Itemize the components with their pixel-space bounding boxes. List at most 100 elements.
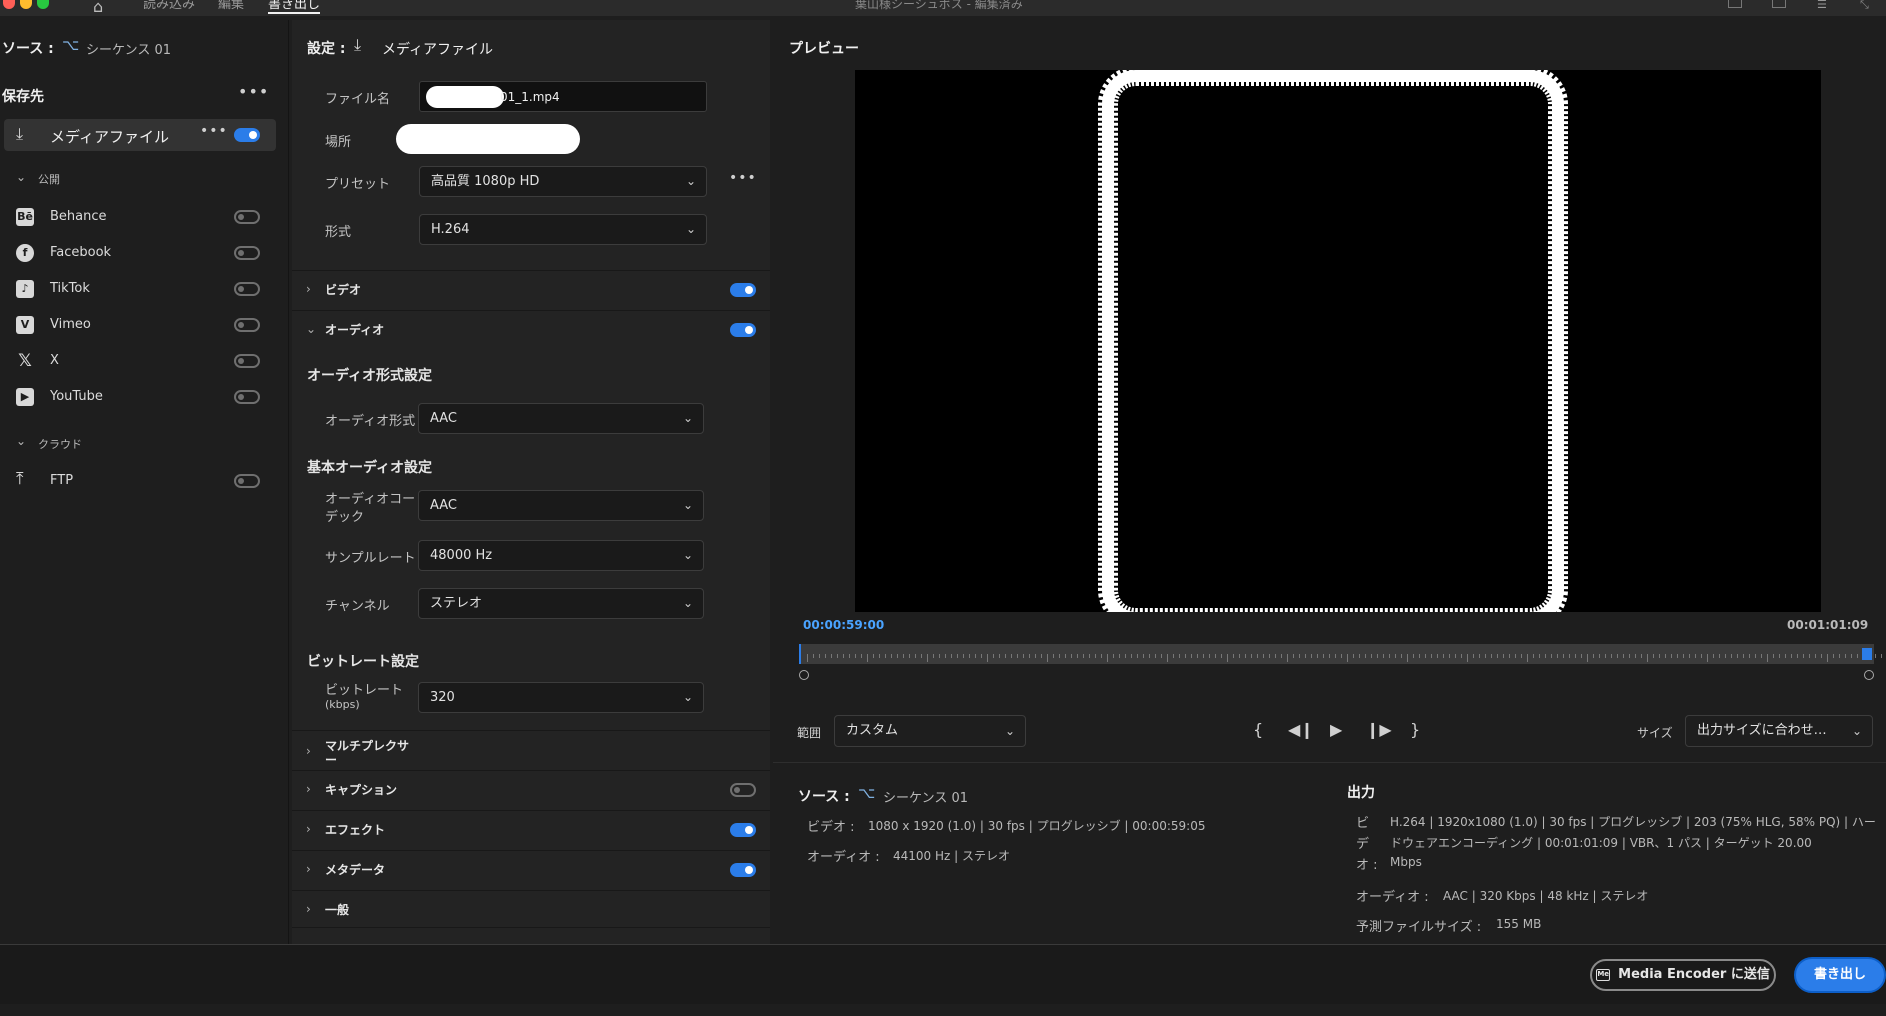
video-info-label: ビデオ : — [807, 820, 855, 835]
export-button[interactable]: 書き出し — [1794, 957, 1886, 993]
home-icon[interactable]: ⌂ — [93, 0, 103, 16]
expand-icon[interactable]: ⤡ — [1860, 0, 1869, 10]
layout-icon[interactable] — [1728, 0, 1742, 8]
format-dropdown[interactable]: H.264 ⌄ — [419, 214, 707, 245]
chevron-right-icon: › — [306, 862, 311, 876]
chevron-down-icon[interactable]: ⌄ — [16, 434, 26, 448]
destination-panel: ソース : ⌥ シーケンス 01 保存先 ••• ⤓ メディアファイル ••• … — [0, 20, 289, 944]
section-caption[interactable]: › キャプション — [292, 770, 770, 808]
platform-row-vimeo[interactable]: V Vimeo — [0, 310, 289, 340]
timeline-tick — [1857, 654, 1858, 658]
source-sequence: シーケンス 01 — [86, 43, 172, 58]
minimize-window-button[interactable] — [20, 0, 32, 9]
sample-rate-dropdown[interactable]: 48000 Hz ⌄ — [418, 540, 704, 571]
more-icon[interactable]: ••• — [729, 170, 757, 186]
behance-toggle[interactable] — [234, 210, 260, 224]
current-timecode[interactable]: 00:00:59:00 — [803, 618, 884, 632]
platform-row-tiktok[interactable]: ♪ TikTok — [0, 274, 289, 304]
platform-row-facebook[interactable]: f Facebook — [0, 238, 289, 268]
preset-dropdown[interactable]: 高品質 1080p HD ⌄ — [419, 166, 707, 197]
close-window-button[interactable] — [3, 0, 15, 9]
zoom-window-button[interactable] — [37, 0, 49, 9]
timeline-tick — [1575, 654, 1576, 658]
preset-label: プリセット — [325, 177, 391, 192]
section-video[interactable]: › ビデオ — [292, 270, 770, 308]
audio-format-dropdown[interactable]: AAC ⌄ — [418, 403, 704, 434]
tab-edit[interactable]: 編集 — [218, 0, 244, 11]
in-point-marker[interactable] — [799, 644, 801, 664]
more-icon[interactable]: ••• — [238, 82, 269, 101]
timeline-tick — [1161, 654, 1162, 658]
timeline-tick — [1413, 654, 1414, 658]
platform-row-behance[interactable]: Bē Behance — [0, 202, 289, 232]
out-point-knob[interactable] — [1864, 670, 1874, 680]
section-metadata[interactable]: › メタデータ — [292, 850, 770, 888]
output-video-label-cont: オ : — [1356, 858, 1378, 873]
timeline-tick — [1143, 654, 1144, 658]
facebook-toggle[interactable] — [234, 246, 260, 260]
audio-info-label: オーディオ : — [807, 850, 880, 865]
timeline-tick — [855, 654, 856, 658]
chevron-down-icon[interactable]: ⌄ — [16, 170, 26, 184]
timeline-tick — [1737, 654, 1738, 658]
x-toggle[interactable] — [234, 354, 260, 368]
section-multiplexer[interactable]: › マルチプレクサ ー — [292, 730, 770, 770]
timeline-tick — [1155, 654, 1156, 658]
range-dropdown[interactable]: カスタム ⌄ — [834, 715, 1026, 747]
filename-value: 01_1.mp4 — [500, 90, 560, 104]
vimeo-toggle[interactable] — [234, 318, 260, 332]
metadata-toggle[interactable] — [730, 863, 756, 877]
platform-row-youtube[interactable]: ▶ YouTube — [0, 382, 289, 412]
tab-import[interactable]: 読み込み — [143, 0, 195, 11]
tab-export[interactable]: 書き出し — [268, 0, 321, 14]
media-file-row[interactable]: ⤓ メディアファイル ••• — [4, 119, 276, 151]
bitrate-dropdown[interactable]: 320 ⌄ — [418, 682, 704, 713]
step-back-icon[interactable]: ◀❙ — [1288, 720, 1314, 739]
mark-in-icon[interactable]: { — [1253, 720, 1263, 739]
timeline-ruler[interactable] — [799, 644, 1882, 664]
out-point-handle[interactable] — [1862, 648, 1872, 660]
timeline-tick — [1683, 654, 1684, 658]
menu-icon[interactable]: ☰ — [1817, 0, 1827, 10]
size-dropdown[interactable]: 出力サイズに合わせ… ⌄ — [1685, 715, 1873, 747]
filename-input[interactable]: 01_1.mp4 — [419, 81, 707, 112]
timeline-tick — [861, 654, 862, 658]
effects-toggle[interactable] — [730, 823, 756, 837]
more-icon[interactable]: ••• — [200, 123, 228, 139]
audio-codec-dropdown[interactable]: AAC ⌄ — [418, 490, 704, 521]
section-effects[interactable]: › エフェクト — [292, 810, 770, 848]
timeline-tick — [1035, 654, 1036, 658]
video-toggle[interactable] — [730, 283, 756, 297]
timeline-tick — [1353, 654, 1354, 658]
caption-toggle[interactable] — [730, 783, 756, 797]
timeline-tick — [1851, 654, 1852, 658]
export-label: 書き出し — [1813, 967, 1866, 982]
timeline-tick — [939, 654, 940, 658]
media-file-toggle[interactable] — [234, 128, 260, 142]
send-to-media-encoder-button[interactable]: Me Media Encoder に送信 — [1590, 959, 1776, 991]
timeline-tick — [1569, 654, 1570, 658]
cloud-row-ftp[interactable]: ⤒ FTP — [0, 466, 289, 496]
platform-row-x[interactable]: 𝕏 X — [0, 346, 289, 376]
timeline-tick — [1125, 654, 1126, 658]
timeline-tick — [1719, 654, 1720, 658]
timeline-tick — [1557, 654, 1558, 658]
timeline-tick — [945, 654, 946, 658]
in-point-knob[interactable] — [799, 670, 809, 680]
youtube-toggle[interactable] — [234, 390, 260, 404]
location-value-redacted[interactable] — [396, 124, 580, 154]
ftp-toggle[interactable] — [234, 474, 260, 488]
mark-out-icon[interactable]: } — [1410, 720, 1420, 739]
preview-video — [855, 70, 1821, 612]
window-icon[interactable] — [1772, 0, 1786, 8]
timeline-tick — [1473, 654, 1474, 658]
audio-toggle[interactable] — [730, 323, 756, 337]
section-audio[interactable]: ⌄ オーディオ — [292, 310, 770, 348]
step-forward-icon[interactable]: ❙▶ — [1366, 720, 1392, 739]
section-general[interactable]: › 一般 — [292, 890, 770, 928]
chevron-down-icon: ⌄ — [682, 690, 693, 704]
timeline-tick — [1263, 654, 1264, 658]
channel-dropdown[interactable]: ステレオ ⌄ — [418, 588, 704, 619]
play-icon[interactable]: ▶ — [1330, 720, 1342, 739]
tiktok-toggle[interactable] — [234, 282, 260, 296]
